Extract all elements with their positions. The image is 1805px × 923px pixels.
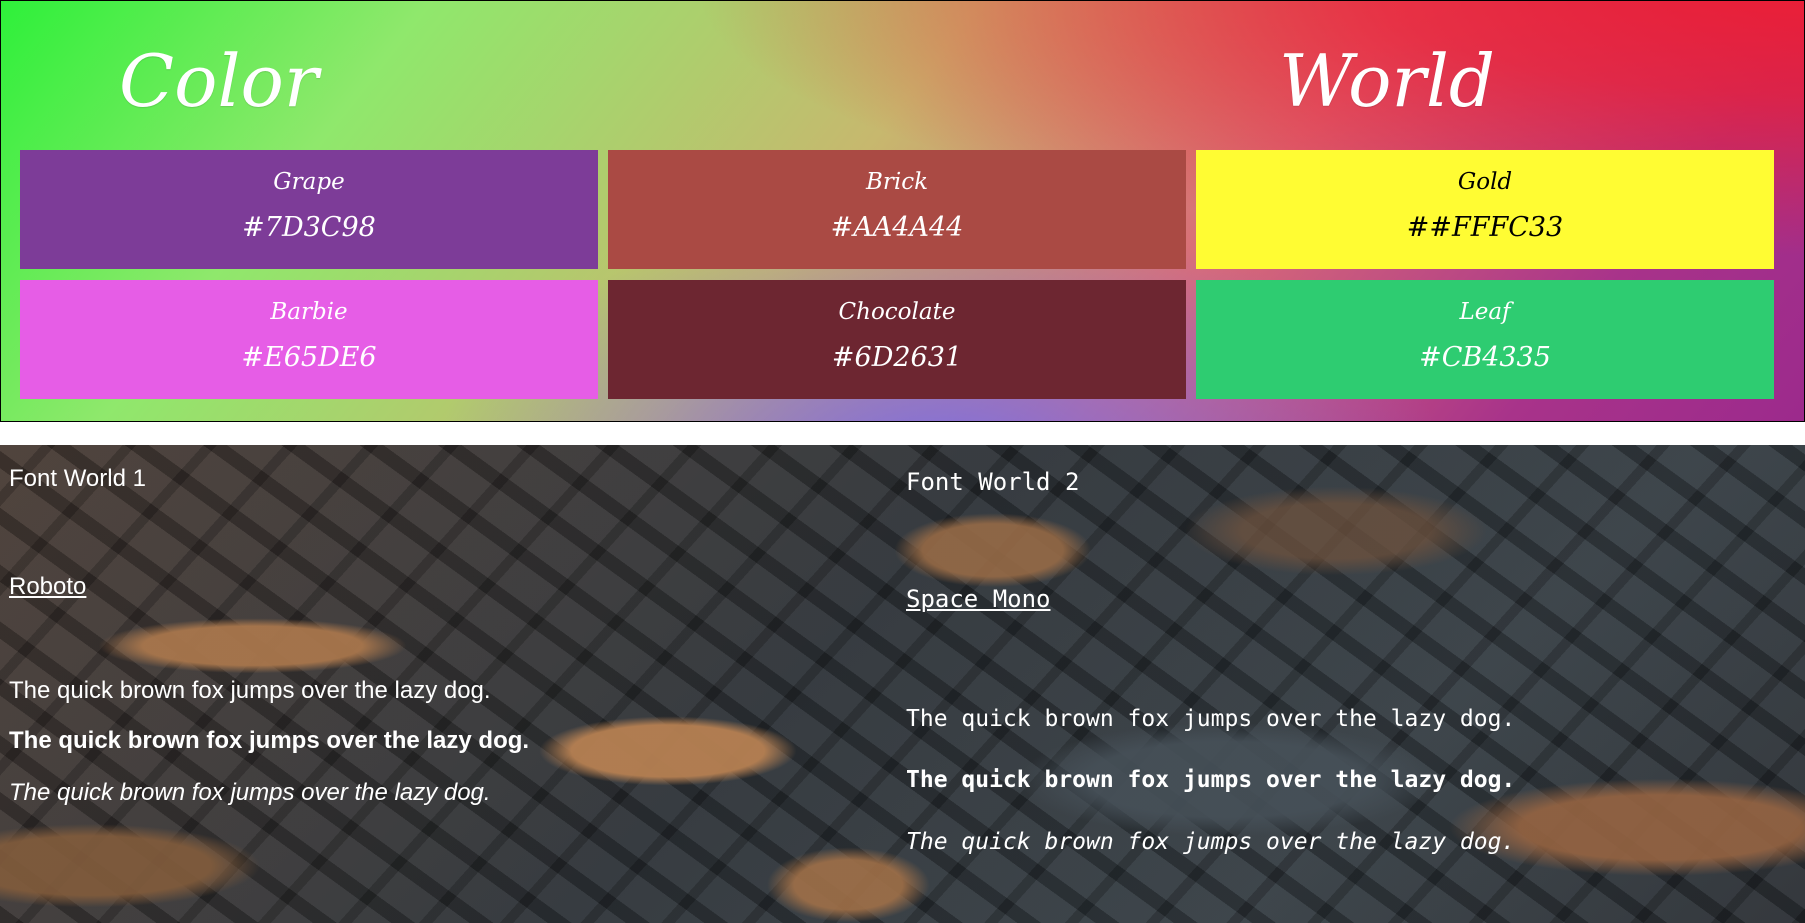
swatch-name: Chocolate <box>838 299 956 325</box>
world-title: World <box>1279 39 1495 123</box>
swatch-grape: Grape #7D3C98 <box>20 150 598 269</box>
font-world-1-heading: Font World 1 <box>9 465 146 492</box>
swatch-name: Grape <box>273 169 345 195</box>
swatch-name: Leaf <box>1459 299 1511 325</box>
swatch-barbie: Barbie #E65DE6 <box>20 280 598 399</box>
font-world-panel: Font World 1 Roboto The quick brown fox … <box>0 445 1805 923</box>
swatch-hex: #7D3C98 <box>242 212 376 243</box>
font-world-2-column: Font World 2 Space Mono The quick brown … <box>906 470 1515 854</box>
swatch-gold: Gold ##FFFC33 <box>1196 150 1774 269</box>
sample-italic: The quick brown fox jumps over the lazy … <box>9 779 491 806</box>
font-world-2-heading: Font World 2 <box>906 468 1080 496</box>
sample-italic: The quick brown fox jumps over the lazy … <box>906 829 1516 855</box>
roboto-font-link[interactable]: Roboto <box>9 575 86 599</box>
swatch-hex: ##FFFC33 <box>1406 212 1564 243</box>
swatch-hex: #CB4335 <box>1419 342 1551 373</box>
swatch-grid: Grape #7D3C98 Brick #AA4A44 Gold ##FFFC3… <box>20 150 1774 399</box>
swatch-name: Brick <box>865 169 929 195</box>
color-title: Color <box>119 39 319 123</box>
swatch-name: Barbie <box>270 299 348 325</box>
swatch-chocolate: Chocolate #6D2631 <box>608 280 1186 399</box>
swatch-brick: Brick #AA4A44 <box>608 150 1186 269</box>
sample-bold: The quick brown fox jumps over the lazy … <box>906 767 1516 793</box>
color-world-panel: Color World Grape #7D3C98 Brick #AA4A44 … <box>0 0 1805 422</box>
swatch-hex: #E65DE6 <box>241 342 377 373</box>
swatch-hex: #AA4A44 <box>830 212 964 243</box>
swatch-hex: #6D2631 <box>831 342 963 373</box>
font-world-1-column: Font World 1 Roboto The quick brown fox … <box>9 467 529 805</box>
swatch-name: Gold <box>1457 169 1513 195</box>
swatch-leaf: Leaf #CB4335 <box>1196 280 1774 399</box>
sample-regular: The quick brown fox jumps over the lazy … <box>906 706 1516 732</box>
space-mono-font-link[interactable]: Space Mono <box>906 587 1051 611</box>
sample-regular: The quick brown fox jumps over the lazy … <box>9 677 491 704</box>
sample-bold: The quick brown fox jumps over the lazy … <box>9 727 530 754</box>
